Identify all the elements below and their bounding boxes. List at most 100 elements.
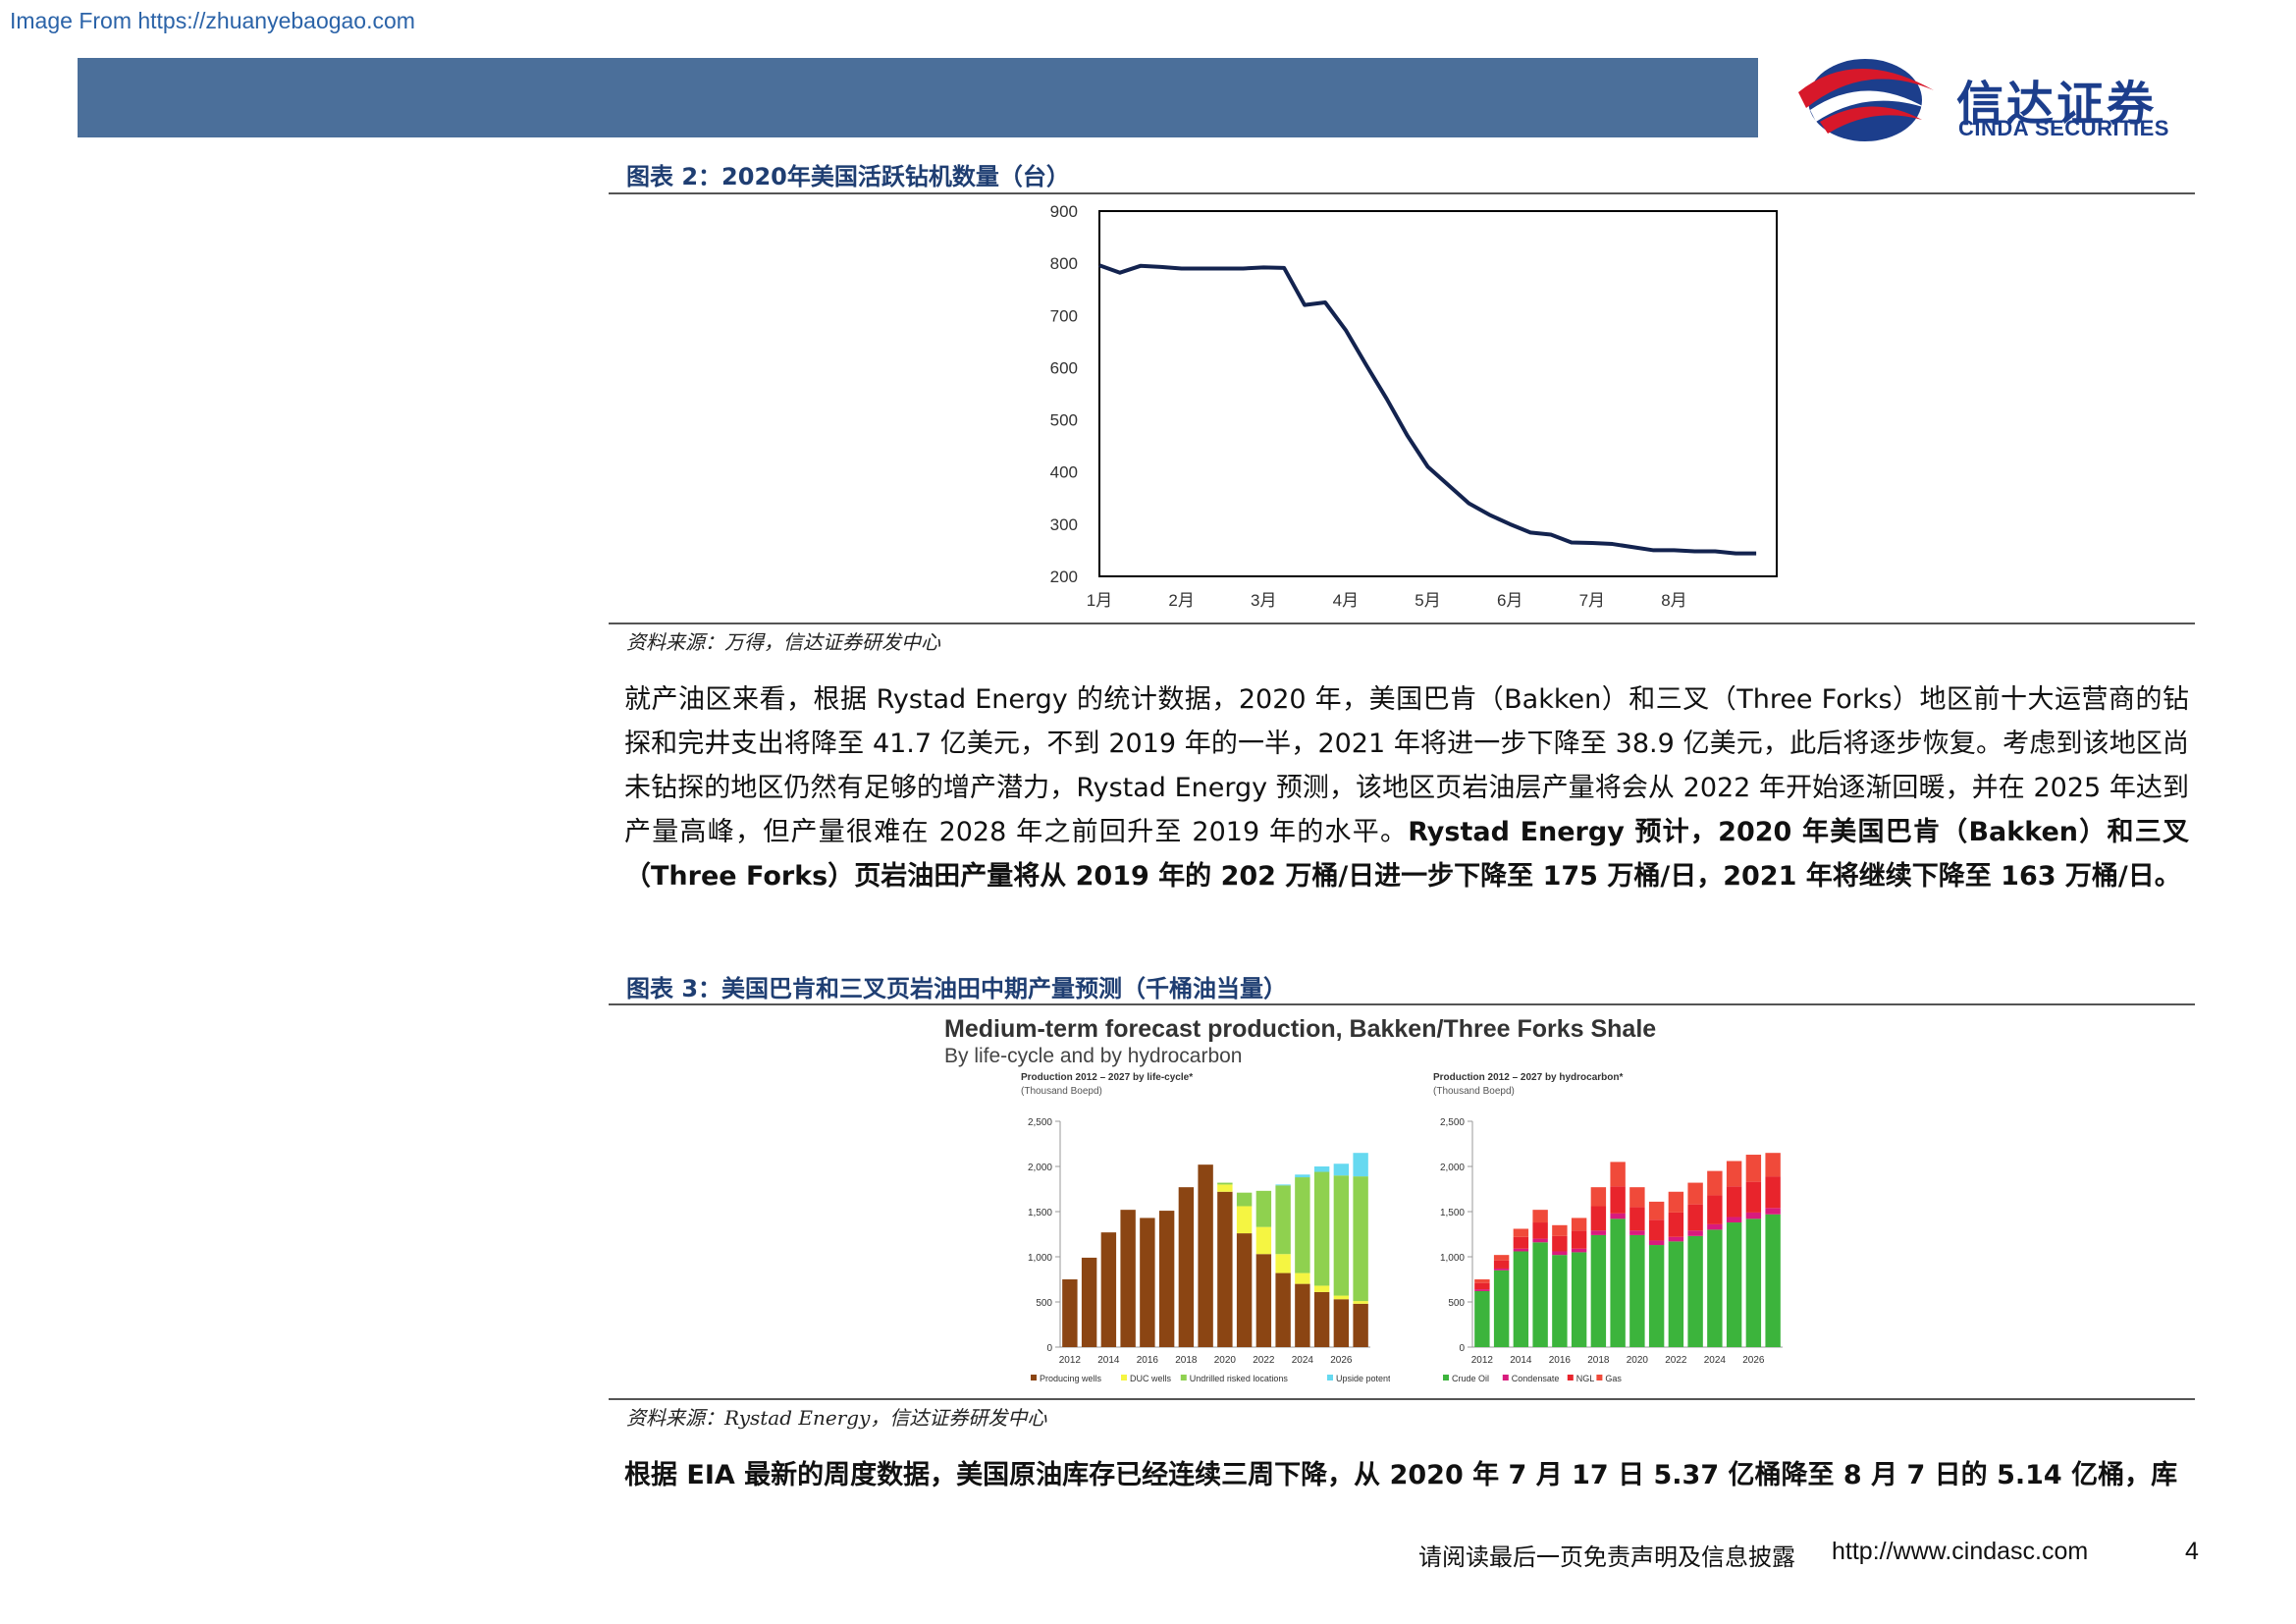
legend-label: Gas [1605,1374,1622,1383]
cinda-logo-icon [1798,59,1934,141]
x-tick-label: 8月 [1661,591,1686,610]
bar-segment [1707,1195,1723,1224]
x-tick-label: 2012 [1471,1355,1494,1366]
bar-segment [1765,1176,1781,1209]
x-tick-label: 1月 [1087,591,1112,610]
bar-segment [1668,1191,1684,1213]
legend-swatch [1031,1375,1037,1380]
bar-segment [1236,1192,1253,1207]
bar-segment [1590,1187,1607,1207]
bar-segment [1140,1218,1155,1347]
bar-segment [1513,1228,1529,1237]
bar-segment [1629,1230,1645,1235]
legend-label: Upside potential [1336,1374,1390,1383]
bar-segment [1217,1184,1233,1192]
bar-segment [1275,1185,1291,1255]
figure2-source: 资料来源：万得，信达证券研发中心 [626,630,940,654]
bar-segment [1571,1252,1587,1347]
figure3-top-rule [609,1003,2195,1005]
x-tick-label: 5月 [1415,591,1440,610]
bar-segment [1571,1230,1587,1249]
bar-segment [1745,1155,1762,1182]
hydrocarbon-stacked-bar-chart: Production 2012 – 2027 by hydrocarbon* (T… [1433,1072,1783,1383]
figure2-title: 图表 2：2020年美国活跃钻机数量（台） [626,163,1070,190]
legend-label: Condensate [1512,1374,1560,1383]
x-tick-label: 2024 [1704,1355,1727,1366]
bar-segment [1513,1251,1529,1347]
bar-segment [1333,1295,1350,1300]
bar-segment [1295,1272,1310,1284]
bar-segment [1062,1279,1078,1347]
bar-segment [1687,1235,1703,1347]
lifecycle-stacked-bar-chart: Production 2012 – 2027 by life-cycle* (Th… [1021,1072,1390,1383]
x-tick-label: 2018 [1175,1355,1198,1366]
bar-segment [1217,1191,1233,1347]
y-tick-label: 1,000 [1440,1253,1465,1264]
figure3-bottom-rule [609,1398,2195,1400]
legend-label: Crude Oil [1452,1374,1489,1383]
plot-frame [1098,210,1778,577]
bar-segment [1552,1235,1568,1252]
bar-segment [1687,1230,1703,1236]
body-paragraph-1: 就产油区来看，根据 Rystad Energy 的统计数据，2020 年，美国巴… [624,677,2189,898]
bar-segment [1532,1210,1548,1223]
bar-segment [1648,1219,1665,1241]
header-bar [78,58,1758,137]
bar-segment [1726,1161,1742,1187]
bar-segment [1629,1187,1645,1208]
bar-segment [1745,1212,1762,1219]
bar-segment [1745,1181,1762,1213]
bar-segment [1668,1212,1684,1237]
bar-segment [1552,1255,1568,1347]
bar-segment [1313,1171,1330,1286]
bar-segment [1707,1170,1723,1196]
y-tick-label: 500 [1050,411,1078,430]
figure2-top-rule [609,192,2195,194]
bar-segment [1275,1254,1291,1273]
x-tick-label: 6月 [1497,591,1522,610]
bar-segment [1610,1213,1626,1219]
legend-swatch [1502,1375,1509,1380]
bar-segment [1707,1223,1723,1230]
bar-segment [1275,1272,1291,1347]
bar-segment [1333,1299,1350,1347]
y-tick-label: 900 [1050,202,1078,221]
watermark-text[interactable]: Image From https://zhuanyebaogao.com [10,8,415,34]
figure3-inner-title: Medium-term forecast production, Bakken/… [944,1015,1657,1043]
y-tick-label: 500 [1448,1298,1465,1309]
legend-swatch [1327,1375,1333,1380]
x-tick-label: 7月 [1579,591,1605,610]
legend-label: Undrilled risked locations [1190,1374,1289,1383]
y-tick-label: 1,500 [1440,1208,1465,1218]
bar-segment [1610,1162,1626,1187]
x-tick-label: 2018 [1587,1355,1610,1366]
bar-segment [1648,1240,1665,1246]
bar-segment [1295,1174,1310,1178]
bar-segment [1765,1153,1781,1177]
legend-swatch [1121,1375,1127,1380]
bar-segment [1217,1182,1233,1185]
bar-segment [1255,1226,1272,1255]
bar-segment [1513,1236,1529,1249]
bar-segment [1353,1153,1368,1177]
legend-swatch [1596,1375,1603,1380]
subchart-title: Production 2012 – 2027 by hydrocarbon* [1433,1072,1624,1083]
bar-segment [1552,1224,1568,1236]
bar-segment [1726,1222,1742,1347]
x-tick-label: 2014 [1510,1355,1532,1366]
logo-english-name: CINDA SECURITIES [1958,116,2169,140]
bar-segment [1474,1282,1490,1290]
footer-disclaimer: 请阅读最后一页免责声明及信息披露 [1418,1543,1795,1571]
bar-segment [1236,1206,1253,1234]
x-tick-label: 2020 [1214,1355,1237,1366]
bar-segment [1295,1283,1310,1347]
bar-segment [1255,1190,1272,1227]
figure3-inner-subtitle: By life-cycle and by hydrocarbon [944,1045,1243,1067]
rig-count-line-chart: 900 800 700 600 500 400 300 200 1月 2月 3月 4月 5月 6月 7月 8月 [1050,202,1778,610]
y-tick-label: 1,500 [1028,1208,1052,1218]
footer-url[interactable]: http://www.cindasc.com [1832,1538,2088,1566]
x-tick-label: 2026 [1330,1355,1353,1366]
bar-segment [1648,1245,1665,1347]
bar-segment [1590,1230,1607,1235]
bar-segment [1726,1186,1742,1218]
